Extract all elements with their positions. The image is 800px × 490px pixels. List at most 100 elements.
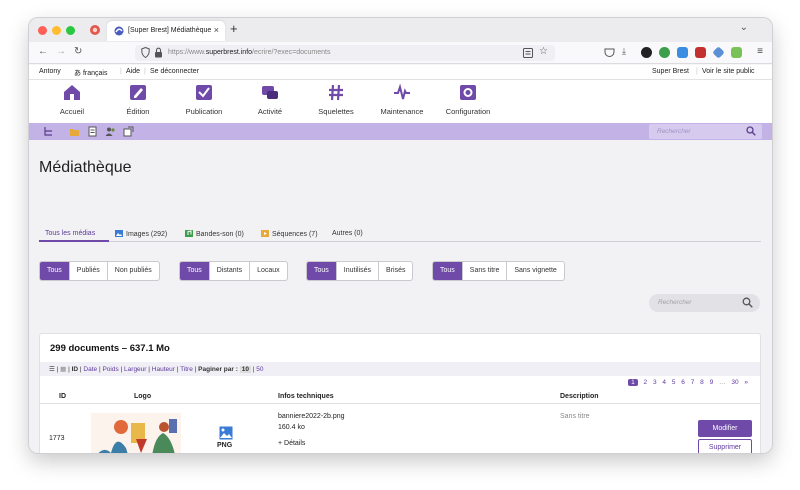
sort-title[interactable]: Titre [180,366,193,373]
page-link[interactable]: 2 [644,379,648,386]
lock-icon[interactable] [154,47,163,58]
row-description: Sans titre [560,413,590,420]
user-link[interactable]: Antony [39,68,61,75]
checkbox-icon [196,85,212,100]
sort-weight[interactable]: Poids [102,366,118,373]
menu-item-accueil[interactable]: Accueil [37,84,107,116]
extension-g-icon[interactable] [659,47,670,58]
zoom-window-button[interactable] [66,26,75,35]
new-tab-button[interactable]: + [230,21,238,36]
delete-button[interactable]: Supprimer [698,439,752,453]
downloads-icon[interactable]: ⤓ [622,46,626,57]
bookmark-star-icon[interactable]: ☆ [539,46,548,57]
modify-button[interactable]: Modifier [698,420,752,437]
sort-height[interactable]: Hauteur [152,366,175,373]
filter-origin-all[interactable]: Tous [180,262,209,280]
reader-view-icon[interactable] [523,48,533,58]
page-link-current[interactable]: 1 [628,379,638,386]
search-icon[interactable] [742,297,753,308]
sort-width[interactable]: Largeur [124,366,146,373]
video-icon [261,230,269,237]
audio-icon [185,230,193,237]
page-link[interactable]: 3 [653,379,657,386]
pocket-icon[interactable] [604,47,615,58]
language-link[interactable]: あ français [74,68,107,78]
filter-published[interactable]: Publiés [68,262,107,280]
details-toggle[interactable]: + Détails [278,440,305,447]
tab-images[interactable]: Images (292) [115,230,167,238]
reload-icon[interactable]: ↻ [74,46,82,57]
minimize-window-button[interactable] [52,26,61,35]
menu-item-squelettes[interactable]: Squelettes [301,84,371,116]
page-link[interactable]: 5 [672,379,676,386]
filter-no-thumbnail[interactable]: Sans vignette [506,262,563,280]
filter-broken[interactable]: Brisés [378,262,412,280]
tab-video[interactable]: Séquences (7) [261,230,318,238]
users-icon[interactable] [105,126,116,137]
documents-list-card: 299 documents – 637.1 Mo ☰ | ▦ | ID | Da… [39,333,761,453]
sort-id[interactable]: ID [72,366,79,373]
tab-all-media[interactable]: Tous les médias [45,230,95,237]
sitemap-icon[interactable] [43,126,54,137]
page-link[interactable]: 8 [700,379,704,386]
pager-size-current[interactable]: 10 [239,366,251,373]
grid-view-icon[interactable]: ▦ [60,366,66,373]
quick-search-input[interactable]: Rechercher [649,124,762,139]
page-link[interactable]: 7 [691,379,695,386]
filter-unpublished[interactable]: Non publiés [106,262,159,280]
pinned-tab-icon[interactable] [89,24,101,36]
filter-untitled[interactable]: Sans titre [461,262,507,280]
page-link[interactable]: 6 [681,379,685,386]
file-format-label: PNG [217,442,233,449]
page-link-last[interactable]: 30 [731,379,738,386]
close-window-button[interactable] [38,26,47,35]
help-link[interactable]: Aide [126,68,140,75]
back-arrow-icon[interactable]: ← [38,46,48,57]
folder-icon[interactable] [69,126,80,137]
active-tab[interactable]: [Super Brest] Médiathèque × [107,21,225,41]
shield-icon[interactable] [141,47,150,58]
filter-usage-all[interactable]: Tous [307,262,336,280]
menu-item-maintenance[interactable]: Maintenance [367,84,437,116]
extension-a-icon[interactable] [641,47,652,58]
menu-item-publication[interactable]: Publication [169,84,239,116]
search-icon[interactable] [746,126,756,136]
ublock-icon[interactable] [695,47,706,58]
menu-item-edition[interactable]: Édition [103,84,173,116]
document-icon[interactable] [87,126,98,137]
column-logo: Logo [134,393,152,400]
page-link[interactable]: 9 [710,379,714,386]
filter-unused[interactable]: Inutilisés [335,262,378,280]
document-thumbnail[interactable] [91,413,181,453]
filter-status-all[interactable]: Tous [40,262,69,280]
pager-size-50[interactable]: 50 [256,366,263,373]
tab-strip: [Super Brest] Médiathèque × + ⌄ [29,18,772,42]
menu-hamburger-icon[interactable]: ≡ [757,46,763,57]
extension-blue-icon[interactable] [677,47,688,58]
gear-icon [460,85,476,100]
new-window-icon[interactable] [123,126,134,137]
page-next-icon[interactable]: » [744,379,748,386]
tab-others[interactable]: Autres (0) [332,230,363,237]
sort-date[interactable]: Date [83,366,97,373]
url-bar[interactable]: https://www.superbrest.info/ecrire/?exec… [135,45,555,61]
menu-item-activite[interactable]: Activité [235,84,305,116]
list-view-icon[interactable]: ☰ [49,366,55,373]
logout-link[interactable]: Se déconnecter [150,68,199,75]
view-site-link[interactable]: Voir le site public [702,68,755,75]
page-link[interactable]: 4 [662,379,666,386]
tab-list-chevron-icon[interactable]: ⌄ [740,22,748,33]
media-search-input[interactable]: Rechercher [649,294,760,312]
extension-diamond-icon[interactable] [712,46,725,59]
forward-arrow-icon[interactable]: → [56,46,66,57]
tab-audio[interactable]: Bandes-son (0) [185,230,244,238]
column-description: Description [560,393,599,400]
site-name-link[interactable]: Super Brest [652,68,689,75]
menu-item-configuration[interactable]: Configuration [433,84,503,116]
filter-meta-all[interactable]: Tous [433,262,462,280]
filter-local[interactable]: Locaux [249,262,287,280]
filter-remote[interactable]: Distants [208,262,249,280]
media-type-tabs: Tous les médias Images (292) Bandes-son … [39,222,761,242]
tab-close-icon[interactable]: × [214,25,219,35]
extension-green-icon[interactable] [731,47,742,58]
